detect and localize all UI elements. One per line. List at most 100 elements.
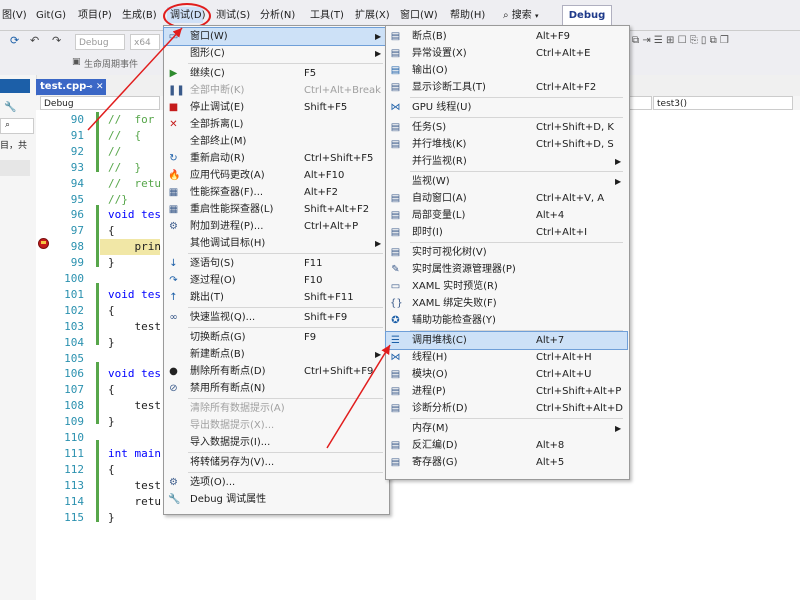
debug-menu-item[interactable]: ↷ 逐过程(O) F10 (164, 272, 387, 289)
code-line[interactable]: } (108, 255, 115, 271)
debug-menu-item[interactable]: 切换断点(G) F9 (164, 329, 387, 346)
window-menu-item[interactable]: 监视(W) ▶ (386, 173, 627, 190)
debug-menu-item[interactable]: 清除所有数据提示(A) (164, 400, 387, 417)
window-menu-item[interactable]: ▤ 断点(B) Alt+F9 (386, 28, 627, 45)
window-menu-item[interactable]: ▤ 即时(I) Ctrl+Alt+I (386, 224, 627, 241)
debug-menu-item[interactable]: 新建断点(B) ▶ (164, 346, 387, 363)
debug-menu-item[interactable]: ❚❚ 全部中断(K) Ctrl+Alt+Break (164, 82, 387, 99)
code-line[interactable]: } (108, 335, 115, 351)
window-menu-item[interactable]: ▤ 进程(P) Ctrl+Shift+Alt+P (386, 383, 627, 400)
code-line[interactable]: retu (108, 494, 161, 510)
debug-menu-item[interactable]: ✕ 全部拆离(L) (164, 116, 387, 133)
function-combo[interactable]: test3() (653, 96, 793, 110)
code-line[interactable]: prin (108, 239, 161, 255)
pin-icon[interactable]: ⊸ (86, 79, 93, 95)
window-menu-item[interactable]: ▤ 异常设置(X) Ctrl+Alt+E (386, 45, 627, 62)
window-menu-item[interactable]: ▤ 局部变量(L) Alt+4 (386, 207, 627, 224)
code-line[interactable]: test (108, 319, 161, 335)
window-menu-item[interactable]: 并行监视(R) ▶ (386, 153, 627, 170)
menu-project[interactable]: 项目(P) (78, 8, 112, 24)
undo-icon[interactable]: ↶ (30, 34, 39, 47)
window-menu-item[interactable]: ▤ 显示诊断工具(T) Ctrl+Alt+F2 (386, 79, 627, 96)
wrench-small-icon[interactable]: 🔧 (4, 102, 16, 113)
code-line[interactable]: } (108, 510, 115, 526)
left-search-input[interactable]: ⌕ (0, 118, 34, 134)
window-menu-item[interactable]: ✪ 辅助功能检查器(Y) (386, 312, 627, 329)
window-menu-item[interactable]: {} XAML 绑定失败(F) (386, 295, 627, 312)
code-line[interactable]: // retu (108, 176, 161, 192)
code-line[interactable]: { (108, 382, 115, 398)
window-menu-item[interactable]: ⋈ GPU 线程(U) (386, 99, 627, 116)
debug-menu-item[interactable]: ⚙ 附加到进程(P)... Ctrl+Alt+P (164, 218, 387, 235)
debug-menu-item[interactable]: 全部终止(M) (164, 133, 387, 150)
debug-menu-item[interactable]: 导入数据提示(I)... (164, 434, 387, 451)
menu-tools[interactable]: 工具(T) (310, 8, 344, 24)
window-menu-item[interactable]: ▭ XAML 实时预览(R) (386, 278, 627, 295)
window-menu-item[interactable]: ▤ 自动窗口(A) Ctrl+Alt+V, A (386, 190, 627, 207)
window-menu-item[interactable]: ▤ 任务(S) Ctrl+Shift+D, K (386, 119, 627, 136)
redo-icon[interactable]: ↷ (52, 34, 61, 47)
code-line[interactable]: //} (108, 192, 128, 208)
debug-menu-item[interactable]: 导出数据提示(X)... (164, 417, 387, 434)
code-line[interactable]: test (108, 478, 161, 494)
menu-extensions[interactable]: 扩展(X) (355, 8, 390, 24)
tab-test-cpp[interactable]: test.cpp ⊸ ✕ (36, 79, 106, 95)
debug-menu-item[interactable]: ● 删除所有断点(D) Ctrl+Shift+F9 (164, 363, 387, 380)
debug-menu-item[interactable]: ▦ 性能探查器(F)... Alt+F2 (164, 184, 387, 201)
window-menu-item[interactable]: ▤ 寄存器(G) Alt+5 (386, 454, 627, 471)
search-box[interactable]: ⌕ 搜索 ▾ (503, 8, 539, 24)
debug-menu-item[interactable]: 🔧 Debug 调试属性 (164, 491, 387, 508)
code-line[interactable]: void tes (108, 366, 161, 382)
debug-menu-item[interactable]: ▦ 重启性能探查器(L) Shift+Alt+F2 (164, 201, 387, 218)
code-line[interactable]: int main (108, 446, 161, 462)
menu-build[interactable]: 生成(B) (122, 8, 157, 24)
menu-help[interactable]: 帮助(H) (450, 8, 485, 24)
lifecycle-events-label[interactable]: 生命周期事件 (84, 57, 138, 70)
code-line[interactable]: // { (108, 128, 141, 144)
left-selected-row[interactable] (0, 160, 30, 176)
window-menu-item[interactable]: ▤ 模块(O) Ctrl+Alt+U (386, 366, 627, 383)
window-menu-item[interactable]: 内存(M) ▶ (386, 420, 627, 437)
menu-analyze[interactable]: 分析(N) (260, 8, 295, 24)
debug-menu-item[interactable]: 🔥 应用代码更改(A) Alt+F10 (164, 167, 387, 184)
toolbar-right-icons[interactable]: ⧉ ⇥ ☰ ⊞ ☐ ⎘ ▯ ⧉ ❐ (632, 35, 729, 46)
debug-menu-item[interactable]: ▭ 窗口(W) ▶ (163, 27, 388, 46)
menu-test[interactable]: 测试(S) (216, 8, 250, 24)
code-line[interactable]: void tes (108, 207, 161, 223)
debug-menu-item[interactable]: ↓ 逐语句(S) F11 (164, 255, 387, 272)
code-line[interactable]: { (108, 462, 115, 478)
menu-view[interactable]: 图(V) (2, 8, 27, 24)
window-menu-item[interactable]: ▤ 诊断分析(D) Ctrl+Shift+Alt+D (386, 400, 627, 417)
debug-menu-item[interactable]: ∞ 快速监视(Q)... Shift+F9 (164, 309, 387, 326)
code-line[interactable]: } (108, 414, 115, 430)
side-tab[interactable] (0, 79, 30, 93)
debug-menu-item[interactable]: ⊘ 禁用所有断点(N) (164, 380, 387, 397)
platform-combo[interactable]: x64 (130, 34, 160, 50)
menu-git[interactable]: Git(G) (36, 8, 66, 24)
window-menu-item[interactable]: ✎ 实时属性资源管理器(P) (386, 261, 627, 278)
code-line[interactable]: // (108, 144, 121, 160)
window-menu-item[interactable]: ▤ 并行堆栈(K) Ctrl+Shift+D, S (386, 136, 627, 153)
code-line[interactable]: test (108, 398, 161, 414)
close-icon[interactable]: ✕ (96, 79, 104, 95)
debug-menu-item[interactable]: 将转储另存为(V)... (164, 454, 387, 471)
code-line[interactable]: // } (108, 160, 141, 176)
debug-menu-item[interactable]: ▶ 继续(C) F5 (164, 65, 387, 82)
code-line[interactable]: // for (108, 112, 154, 128)
debug-menu-item[interactable]: ⚙ 选项(O)... (164, 474, 387, 491)
project-combo[interactable]: Debug (40, 96, 160, 110)
code-line[interactable]: void tes (108, 287, 161, 303)
code-line[interactable]: { (108, 303, 115, 319)
window-menu-item[interactable]: ⋈ 线程(H) Ctrl+Alt+H (386, 349, 627, 366)
config-combo[interactable]: Debug (75, 34, 125, 50)
debug-menu-item[interactable]: 图形(C) ▶ (164, 45, 387, 62)
refresh-icon[interactable]: ⟳ (10, 34, 19, 47)
window-menu-item[interactable]: ▤ 输出(O) (386, 62, 627, 79)
window-menu-item[interactable]: ☰ 调用堆栈(C) Alt+7 (385, 331, 628, 350)
debug-menu-item[interactable]: ■ 停止调试(E) Shift+F5 (164, 99, 387, 116)
code-line[interactable]: { (108, 223, 115, 239)
window-menu-item[interactable]: ▤ 反汇编(D) Alt+8 (386, 437, 627, 454)
debug-menu-item[interactable]: 其他调试目标(H) ▶ (164, 235, 387, 252)
debug-menu-item[interactable]: ↑ 跳出(T) Shift+F11 (164, 289, 387, 306)
window-menu-item[interactable]: ▤ 实时可视化树(V) (386, 244, 627, 261)
